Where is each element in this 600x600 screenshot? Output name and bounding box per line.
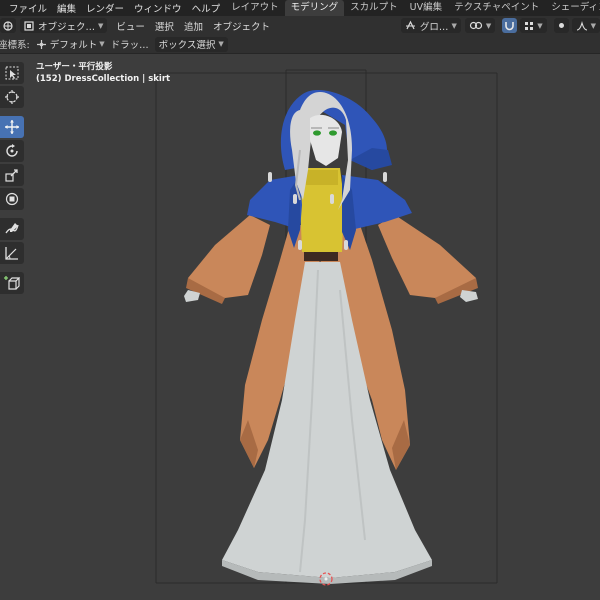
pivot-icon [36, 39, 46, 49]
tab-uv-editing[interactable]: UV編集 [404, 0, 448, 16]
pivot-point-select[interactable]: ▼ [464, 18, 496, 33]
tool-rotate[interactable] [0, 140, 24, 162]
chevron-down-icon: ▼ [99, 40, 105, 48]
add-cube-icon [4, 276, 20, 290]
chevron-down-icon: ▼ [590, 21, 596, 30]
select-box-icon [5, 66, 19, 80]
collection-info: (152) DressCollection | skirt [36, 74, 171, 84]
belt [304, 252, 338, 261]
proportional-edit-toggle[interactable] [553, 18, 569, 33]
tab-modeling[interactable]: モデリング [284, 0, 345, 16]
measure-icon [5, 247, 18, 260]
menu-window[interactable]: ウィンドウ [129, 1, 187, 15]
drag-label: ドラッ… [110, 40, 149, 51]
rotate-icon [6, 144, 18, 157]
move-icon [5, 120, 19, 134]
menu-select[interactable]: 選択 [150, 19, 179, 33]
editor-type-button[interactable] [0, 18, 16, 33]
view-name: ユーザー・平行投影 [36, 62, 113, 72]
transform-icon [5, 192, 19, 206]
chevron-down-icon: ▼ [218, 40, 224, 48]
tool-scale[interactable] [0, 164, 24, 186]
global-orientation-icon [405, 20, 415, 30]
tool-transform[interactable] [0, 188, 24, 210]
coordinate-system-label: 座標系: [0, 40, 30, 51]
tool-annotate[interactable] [0, 218, 24, 240]
menu-object[interactable]: オブジェクト [208, 19, 275, 33]
tab-texture-paint[interactable]: テクスチャペイント [448, 0, 545, 16]
chevron-down-icon: ▼ [451, 21, 457, 30]
tool-settings-header: 座標系: デフォルト ▼ ドラッ… ボックス選択 ▼ [0, 35, 600, 54]
mode-select[interactable]: オブジェク… ▼ [20, 18, 108, 33]
menu-help[interactable]: ヘルプ [187, 1, 226, 15]
select-mode-dropdown[interactable]: ボックス選択 ▼ [154, 36, 228, 52]
cursor-icon [5, 90, 19, 104]
grid-dots-icon [525, 21, 534, 30]
face [310, 114, 342, 166]
tool-select-box[interactable] [0, 62, 24, 84]
orientation-select[interactable]: グロ… ▼ [400, 18, 461, 33]
link-icon [469, 21, 482, 30]
right-eye [329, 130, 337, 136]
falloff-curve-icon [576, 20, 587, 31]
viewport-header: オブジェク… ▼ ビュー 選択 追加 オブジェクト グロ… ▼ ▼ ▼ ▼ [0, 16, 600, 35]
object-mode-icon [24, 20, 34, 31]
right-hand [460, 290, 478, 302]
mode-label: オブジェク… [38, 21, 96, 33]
tool-cursor[interactable] [0, 86, 24, 108]
3d-scene [155, 69, 498, 586]
chevron-down-icon: ▼ [485, 21, 492, 30]
coordinate-system-value[interactable]: デフォルト [50, 37, 98, 51]
3d-viewport-icon [3, 20, 13, 31]
tab-layout[interactable]: レイアウト [225, 0, 285, 16]
menu-view[interactable]: ビュー [111, 19, 150, 33]
chevron-down-icon: ▼ [537, 21, 543, 30]
menu-add[interactable]: 追加 [179, 19, 208, 33]
tool-measure[interactable] [0, 242, 24, 264]
chevron-down-icon: ▼ [98, 21, 104, 30]
menu-file[interactable]: ファイル [4, 1, 52, 15]
menu-edit[interactable]: 編集 [52, 1, 81, 15]
tab-sculpt[interactable]: スカルプト [344, 0, 404, 16]
tool-move[interactable] [0, 116, 24, 138]
snap-target-select[interactable]: ▼ [520, 18, 547, 33]
snap-toggle[interactable] [502, 18, 518, 33]
left-eye [313, 130, 321, 136]
annotate-icon [5, 223, 19, 234]
orientation-label: グロ… [419, 21, 449, 33]
magnet-icon [505, 22, 515, 31]
falloff-select[interactable]: ▼ [571, 18, 600, 33]
scale-icon [5, 169, 18, 182]
top-menu-bar: ファイル 編集 レンダー ウィンドウ ヘルプ レイアウト モデリング スカルプト… [0, 0, 600, 16]
tab-shading[interactable]: シェーディング [545, 0, 600, 16]
tool-add-cube[interactable] [0, 272, 24, 294]
proportional-edit-icon [558, 23, 564, 28]
select-mode-label: ボックス選択 [158, 40, 216, 51]
menu-render[interactable]: レンダー [81, 1, 129, 15]
